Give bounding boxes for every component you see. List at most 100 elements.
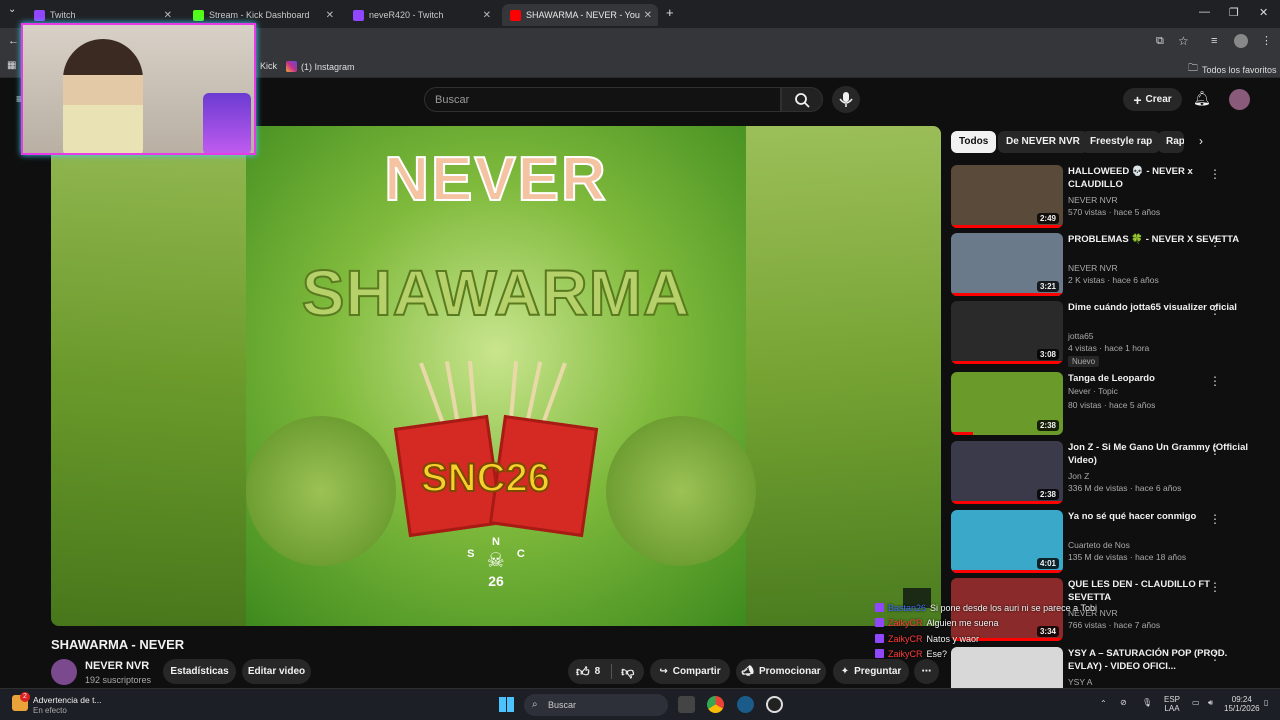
channel-name[interactable]: NEVER NVR <box>85 660 149 672</box>
tab-never420-twitch[interactable]: neveR420 - Twitch ✕ <box>345 4 497 26</box>
search-input[interactable]: Buscar <box>424 87 781 112</box>
duration-badge: 3:08 <box>1036 349 1059 360</box>
recommendation-item[interactable]: 3:21 PROBLEMAS 🍀 - NEVER X SEVETTA NEVER N… <box>951 233 1263 297</box>
more-options-icon[interactable]: ⋮ <box>1209 512 1221 526</box>
recommendation-item[interactable]: 2:49 HALLOWEED 💀 - NEVER x CLAUDILLO NEVER… <box>951 165 1263 229</box>
notification-center-icon[interactable]: ▯ <box>1264 698 1268 707</box>
recommendation-thumbnail[interactable]: 4:01 <box>951 510 1063 573</box>
profile-icon[interactable] <box>1234 34 1248 48</box>
minimize-icon[interactable]: — <box>1199 6 1210 18</box>
apps-icon[interactable]: ▦ <box>7 60 16 71</box>
instagram-icon <box>286 61 297 72</box>
bookmark-kick[interactable]: Kick <box>260 61 277 71</box>
channel-avatar[interactable] <box>51 659 77 685</box>
recommendation-thumbnail[interactable]: 3:21 <box>951 233 1063 296</box>
watch-progress-bar <box>951 361 1063 364</box>
recommendation-channel[interactable]: jotta65 <box>1068 331 1094 341</box>
more-options-icon[interactable]: ⋮ <box>1209 580 1221 594</box>
recommendation-title[interactable]: QUE LES DEN - CLAUDILLO FT SEVETTA <box>1068 578 1248 604</box>
more-options-icon[interactable]: ⋮ <box>1209 235 1221 249</box>
duration-badge: 2:38 <box>1036 489 1059 500</box>
recommendation-channel[interactable]: NEVER NVR <box>1068 195 1118 205</box>
taskbar-search[interactable]: ⌕ Buscar <box>524 694 668 716</box>
recommendation-thumbnail[interactable]: 2:49 <box>951 165 1063 228</box>
promote-button[interactable]: 📣︎ Promocionar <box>736 659 826 684</box>
more-options-icon[interactable]: ⋮ <box>1209 443 1221 457</box>
menu-icon[interactable]: ⋮ <box>1261 34 1272 47</box>
youtube-icon <box>510 9 521 21</box>
recommendation-thumbnail[interactable]: 3:08 <box>951 301 1063 364</box>
recommendation-title[interactable]: HALLOWEED 💀 - NEVER x CLAUDILLO <box>1068 165 1248 191</box>
close-icon[interactable]: ✕ <box>326 10 334 21</box>
all-bookmarks[interactable]: 🗀 Todos los favoritos <box>1188 61 1277 78</box>
mic-tray-icon[interactable]: 🎙︎ <box>1142 698 1152 707</box>
recommendation-channel[interactable]: YSY A <box>1068 677 1092 687</box>
tray-chevron-icon[interactable]: ⌃ <box>1100 699 1107 708</box>
bookmark-star-icon[interactable]: ☆ <box>1178 34 1189 48</box>
back-icon[interactable]: ← <box>8 35 19 47</box>
create-button[interactable]: + Crear <box>1123 88 1182 111</box>
share-button[interactable]: ↪ Compartir <box>650 659 730 684</box>
reading-list-icon[interactable]: ≡ <box>1211 35 1217 47</box>
recommendation-title[interactable]: Ya no sé qué hacer conmigo <box>1068 510 1248 523</box>
chevron-right-icon[interactable]: › <box>1199 134 1203 148</box>
network-icon[interactable]: ⊘ <box>1120 698 1127 707</box>
more-options-icon[interactable]: ⋮ <box>1209 303 1221 317</box>
bookmark-instagram[interactable]: (1) Instagram <box>286 61 355 72</box>
clock[interactable]: 09:24 15/1/2026 <box>1224 695 1260 713</box>
account-avatar[interactable] <box>1229 89 1250 110</box>
album-cover: NEVER SHAWARMA SNC26 N S ☠ C 26 <box>246 126 756 626</box>
recommendation-channel[interactable]: Never · Topic <box>1068 386 1118 396</box>
chip-freestyle-rap[interactable]: Freestyle rap <box>1082 131 1161 153</box>
more-options-icon[interactable]: ⋮ <box>1209 167 1221 181</box>
recommendation-channel[interactable]: Jon Z <box>1068 471 1089 481</box>
recommendation-title[interactable]: YSY A – SATURACIÓN POP (PROD. EVLAY) - V… <box>1068 647 1248 673</box>
edit-video-button[interactable]: Editar video <box>242 659 311 684</box>
chip-rap[interactable]: Rap <box>1158 131 1184 153</box>
new-tab-button[interactable]: + <box>666 5 674 20</box>
cover-skull-logo: N S ☠ C 26 <box>461 536 531 606</box>
recommendation-title[interactable]: Tanga de Leopardo <box>1068 372 1248 385</box>
chrome-icon[interactable] <box>707 696 724 713</box>
display-icon[interactable]: ▭ <box>1192 698 1200 707</box>
recommendation-channel[interactable]: NEVER NVR <box>1068 263 1118 273</box>
volume-icon[interactable]: 🔊︎ <box>1208 698 1213 708</box>
obs-icon[interactable] <box>766 696 783 713</box>
cast-icon[interactable]: ⧉ <box>1156 35 1164 48</box>
windows-start-icon[interactable] <box>499 697 514 712</box>
language-indicator[interactable]: ESP LAA <box>1164 695 1180 713</box>
video-player[interactable]: NEVER SHAWARMA SNC26 N S ☠ C 26 <box>51 126 941 626</box>
close-window-icon[interactable]: ✕ <box>1259 6 1268 19</box>
like-button[interactable]: 👍︎ 8 <box>576 664 600 680</box>
task-view-icon[interactable] <box>678 696 695 713</box>
steam-icon[interactable] <box>737 696 754 713</box>
more-actions-button[interactable]: ⋯ <box>914 659 939 684</box>
recommendation-channel[interactable]: Cuarteto de Nos <box>1068 540 1130 550</box>
search-button[interactable] <box>781 87 823 112</box>
close-icon[interactable]: ✕ <box>483 10 491 21</box>
recommendation-title[interactable]: Dime cuándo jotta65 visualizer oficial <box>1068 301 1248 314</box>
dislike-button[interactable]: 👎︎ <box>621 664 634 680</box>
recommendation-title[interactable]: PROBLEMAS 🍀 - NEVER X SEVETTA <box>1068 233 1248 246</box>
chat-message: ZaikyCR Natos y waor <box>875 634 979 644</box>
notifications-bell-icon[interactable]: 🔔︎ <box>1193 90 1211 107</box>
close-icon[interactable]: ✕ <box>164 10 172 21</box>
recommendation-thumbnail[interactable]: 2:38 <box>951 441 1063 504</box>
restore-icon[interactable]: ❐ <box>1229 6 1239 19</box>
recommendation-title[interactable]: Jon Z - Si Me Gano Un Grammy (Official V… <box>1068 441 1248 467</box>
ask-button[interactable]: ✦ Preguntar <box>833 659 909 684</box>
tab-search-icon[interactable]: ⌄ <box>8 4 16 15</box>
recommendation-thumbnail[interactable]: 2:38 <box>951 372 1063 435</box>
chip-de-never-nvr[interactable]: De NEVER NVR <box>998 131 1088 153</box>
tab-youtube-active[interactable]: SHAWARMA - NEVER - You ✕ <box>502 4 658 26</box>
stats-button[interactable]: Estadísticas <box>163 659 236 684</box>
recommendation-item[interactable]: 2:38 Jon Z - Si Me Gano Un Grammy (Offici… <box>951 441 1263 505</box>
recommendation-item[interactable]: 2:38 Tanga de Leopardo Never · Topic 80 vis… <box>951 372 1263 436</box>
voice-search-button[interactable] <box>832 86 860 113</box>
recommendation-item[interactable]: 4:01 Ya no sé qué hacer conmigo Cuarteto d… <box>951 510 1263 574</box>
more-options-icon[interactable]: ⋮ <box>1209 374 1221 388</box>
close-icon[interactable]: ✕ <box>644 10 652 21</box>
recommendation-item[interactable]: 3:08 Dime cuándo jotta65 visualizer ofici… <box>951 301 1263 367</box>
more-options-icon[interactable]: ⋮ <box>1209 649 1221 663</box>
chip-todos[interactable]: Todos <box>951 131 997 153</box>
